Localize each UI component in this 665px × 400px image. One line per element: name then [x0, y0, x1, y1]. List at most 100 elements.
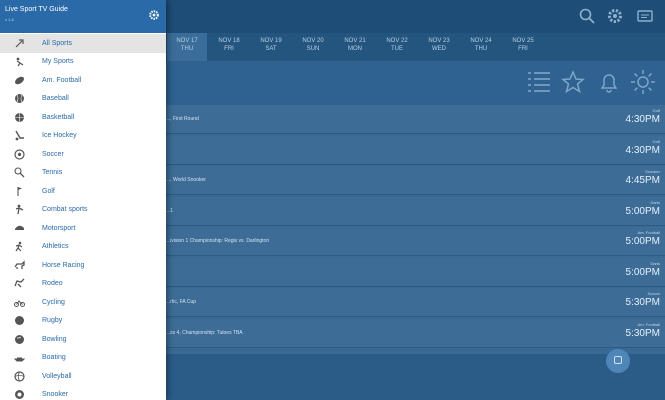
menu-item-label: Bowling [42, 335, 67, 343]
american-football-icon [15, 76, 24, 85]
menu-item-combat-sports[interactable]: Combat sports [0, 201, 166, 220]
date-tab-weekday: WED [432, 46, 446, 52]
settings-gear-icon[interactable] [606, 7, 624, 25]
date-tab-weekday: THU [180, 46, 194, 52]
date-tab-day: NOV 21 [344, 38, 366, 44]
drawer-header: Live Sport TV Guide v 1.6 [0, 0, 166, 33]
athletics-icon [15, 241, 23, 252]
menu-item-label: Boating [42, 354, 66, 362]
menu-item-label: Golf [42, 187, 55, 195]
snooker-icon [15, 390, 24, 400]
menu-item-label: All Sports [42, 39, 72, 47]
menu-item-boating[interactable]: Boating [0, 349, 166, 368]
menu-item-golf[interactable]: Golf [0, 182, 166, 201]
baseball-icon [15, 94, 24, 104]
tv-icon[interactable] [636, 7, 654, 25]
tv-fab-button[interactable] [606, 349, 630, 373]
sport-menu: All Sports My Sports Am. Football Baseball B… [0, 34, 166, 400]
favorites-star-icon[interactable] [561, 70, 585, 94]
menu-item-bowling[interactable]: Bowling [0, 330, 166, 349]
rodeo-icon [14, 278, 25, 288]
date-tab[interactable]: NOV 21 MON [335, 37, 375, 53]
notification-bell-icon[interactable] [597, 70, 621, 94]
date-tab[interactable]: NOV 22 TUE [377, 37, 417, 53]
menu-item-tennis[interactable]: Tennis [0, 164, 166, 183]
date-tab[interactable]: NOV 20 SUN [293, 37, 333, 53]
date-tab[interactable]: NOV 25 FRI [503, 37, 543, 53]
date-tab[interactable]: NOV 17 THU [167, 33, 207, 61]
menu-item-label: Am. Football [42, 76, 82, 84]
event-title: ...ivision 1 Championship: Regis vs. Dar… [166, 238, 270, 244]
menu-item-all-sports[interactable]: All Sports [0, 34, 166, 53]
boating-icon [14, 357, 25, 362]
event-time: 4:45PM [625, 175, 660, 186]
tv-icon [614, 356, 622, 364]
menu-item-label: Cycling [42, 298, 65, 306]
search-icon[interactable] [578, 7, 596, 25]
menu-item-ice-hockey[interactable]: Ice Hockey [0, 127, 166, 146]
menu-item-basketball[interactable]: Basketball [0, 108, 166, 127]
date-tab[interactable]: NOV 23 WED [419, 37, 459, 53]
menu-item-label: Volleyball [42, 372, 72, 380]
event-time: 5:30PM [625, 327, 660, 339]
motorsport-icon [15, 225, 24, 230]
menu-item-volleyball[interactable]: Volleyball [0, 367, 166, 386]
event-title: ...1 [166, 207, 173, 214]
event-time: 5:00PM [625, 266, 660, 278]
event-sport: Darts [650, 260, 660, 266]
date-tab-day: NOV 24 [470, 38, 492, 44]
menu-item-motorsport[interactable]: Motorsport [0, 219, 166, 238]
date-tab-weekday: FRI [224, 46, 234, 52]
event-sport: Golf [652, 108, 660, 113]
list-view-icon[interactable] [528, 70, 550, 94]
menu-item-rugby[interactable]: Rugby [0, 312, 166, 331]
date-tab-day: NOV 25 [512, 38, 534, 44]
app-version: v 1.6 [5, 17, 14, 22]
drawer-settings-icon[interactable] [148, 9, 160, 21]
date-tab[interactable]: NOV 18 FRI [209, 37, 249, 53]
menu-item-label: Horse Racing [42, 261, 85, 269]
event-sport: Soccer [647, 291, 660, 296]
event-sport: Am. Football [637, 230, 660, 235]
event-time: 5:30PM [625, 297, 660, 308]
menu-item-label: Athletics [42, 243, 69, 251]
event-sport: Darts [650, 199, 660, 205]
volleyball-icon [14, 371, 25, 382]
date-tab-weekday: TUE [391, 46, 403, 52]
event-sport: Am. Football [637, 321, 660, 327]
menu-item-label: Rodeo [42, 280, 63, 288]
menu-item-label: Motorsport [42, 224, 76, 232]
event-sport: Snooker [645, 169, 660, 174]
brightness-sun-icon[interactable] [630, 69, 656, 95]
menu-item-label: Basketball [42, 113, 75, 121]
app-title: Live Sport TV Guide [5, 6, 68, 13]
menu-item-label: Snooker [42, 391, 69, 399]
date-tab[interactable]: NOV 19 SAT [251, 37, 291, 53]
menu-item-my-sports[interactable]: My Sports [0, 53, 166, 72]
ice-hockey-icon [15, 130, 24, 141]
event-time: 4:30PM [625, 114, 660, 125]
menu-item-label: Combat sports [42, 206, 88, 214]
rugby-icon [15, 316, 24, 326]
soccer-icon [14, 149, 25, 160]
event-sport: Golf [652, 138, 660, 144]
menu-item-horse-racing[interactable]: Horse Racing [0, 256, 166, 275]
date-tab[interactable]: NOV 24 THU [461, 37, 501, 53]
menu-item-snooker[interactable]: Snooker [0, 386, 166, 400]
menu-item-athletics[interactable]: Athletics [0, 238, 166, 257]
date-tab-day: NOV 22 [386, 38, 408, 44]
date-tab-day: NOV 20 [302, 38, 324, 44]
menu-item-cycling[interactable]: Cycling [0, 293, 166, 312]
menu-item-american-football[interactable]: Am. Football [0, 71, 166, 90]
menu-item-soccer[interactable]: Soccer [0, 145, 166, 164]
event-time: 5:00PM [625, 205, 660, 217]
date-tab-day: NOV 19 [260, 38, 282, 44]
date-tab-weekday: MON [348, 46, 362, 52]
date-tab-day: NOV 18 [218, 38, 240, 44]
date-tab-weekday: FRI [518, 46, 528, 52]
menu-item-rodeo[interactable]: Rodeo [0, 275, 166, 294]
menu-item-baseball[interactable]: Baseball [0, 90, 166, 109]
all-sports-icon [15, 39, 24, 48]
event-time: 4:30PM [625, 144, 660, 156]
my-sports-icon [16, 57, 24, 67]
